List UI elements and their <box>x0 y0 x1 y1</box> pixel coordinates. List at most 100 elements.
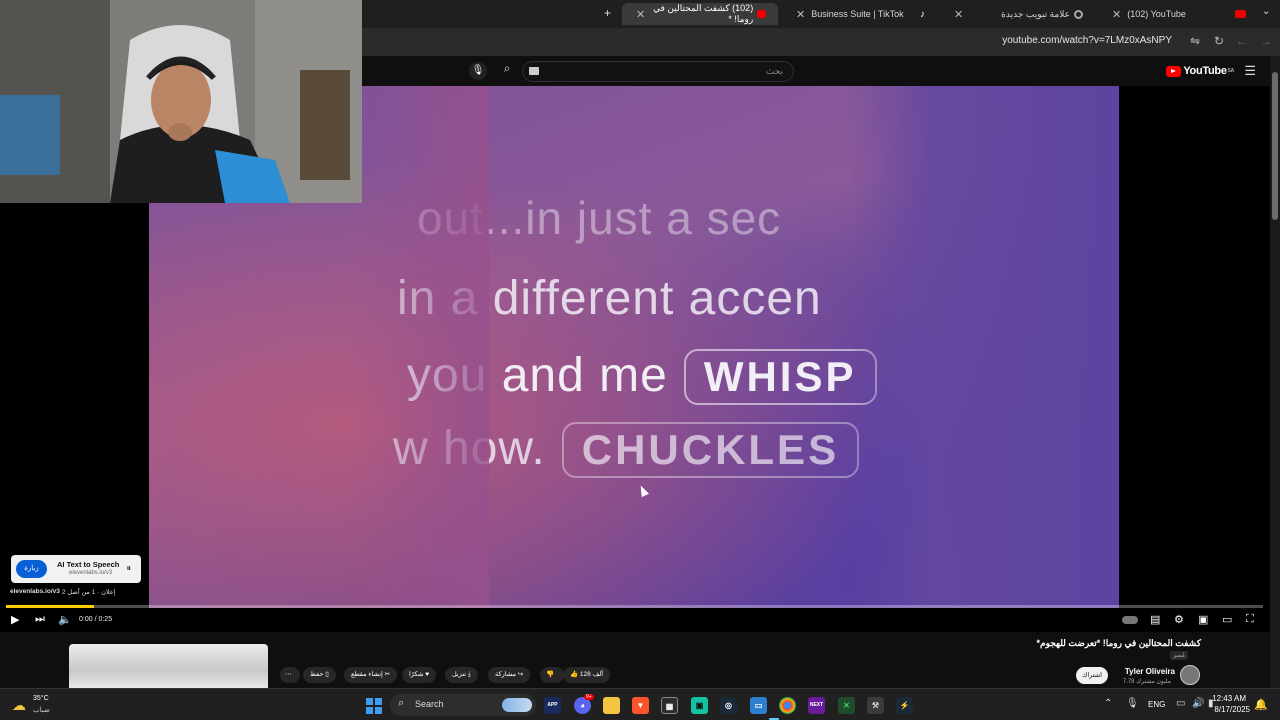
youtube-header: 🎙 ⌕ بحث YouTube SA ☰ <box>362 56 1280 86</box>
close-tab-icon[interactable]: ✕ <box>636 8 645 21</box>
ad-card[interactable]: زيارة AI Text to Speech elevenlabs.io/v3… <box>11 555 141 583</box>
chrome-icon[interactable] <box>779 697 796 714</box>
weather-icon[interactable]: ☁ <box>12 697 26 714</box>
player-controls: ▶ ⏭ 🔈 0:00 / 0:25 ▤ ⚙ ▣ ▭ ⛶ <box>0 608 1270 632</box>
next-icon[interactable]: ⏭ <box>35 613 45 626</box>
ad-domain: elevenlabs.io/v3 <box>69 570 113 576</box>
microphone-icon[interactable]: 🎙 <box>1126 698 1139 709</box>
like-button[interactable]: 👍 128 ألف <box>563 667 611 683</box>
windows-taskbar: ☁ 35°C ضباب ⌕ Search APP ◕ 9+ ▼ ▦ ▣ ◎ ▭ … <box>0 688 1280 720</box>
download-button[interactable]: تنزيل ⤓ <box>445 667 478 683</box>
clip-button[interactable]: إنشاء مقطع ✂ <box>344 667 398 683</box>
app-icon-tool[interactable]: ⚒ <box>867 697 884 714</box>
back-icon[interactable]: → <box>1260 34 1272 48</box>
theater-mode-icon[interactable]: ▭ <box>1222 613 1232 626</box>
next-app-icon[interactable]: NEXT <box>808 697 825 714</box>
windows-logo-icon <box>375 707 382 714</box>
tab-youtube[interactable]: ✕ (102) YouTube <box>1098 3 1258 25</box>
subtitles-icon[interactable]: ▤ <box>1150 613 1160 626</box>
capcut-icon[interactable]: ▣ <box>691 697 708 714</box>
dislike-button[interactable]: 👎 <box>540 667 564 683</box>
settings-gear-icon[interactable]: ⚙ <box>1174 613 1184 626</box>
taskbar-search[interactable]: ⌕ Search <box>390 694 536 716</box>
channel-name[interactable]: Tyler Oliveira <box>1125 667 1175 676</box>
scissors-icon: ✂ <box>382 671 391 678</box>
ad-link[interactable]: elevenlabs.io/v3 <box>10 588 60 595</box>
youtube-logo[interactable]: YouTube SA <box>1166 65 1234 77</box>
download-icon: ⤓ <box>466 671 471 678</box>
tray-overflow-chevron-icon[interactable]: ⌃ <box>1104 698 1112 709</box>
voice-search-mic-icon[interactable]: 🎙 <box>469 62 487 80</box>
forward-icon[interactable]: ← <box>1236 34 1248 48</box>
speaker-icon[interactable]: 🔊 <box>1192 698 1204 709</box>
tab-new-tab[interactable]: ✕ علامة تبويب جديدة <box>940 3 1095 25</box>
ad-thumbnail[interactable] <box>69 644 268 688</box>
webcam-scene-image <box>0 0 362 203</box>
network-icon[interactable]: ▭ <box>1176 698 1185 709</box>
miniplayer-icon[interactable]: ▣ <box>1198 613 1208 626</box>
volume-icon[interactable]: 🔈 <box>58 613 72 626</box>
clock-time[interactable]: 12:43 AM <box>1212 694 1246 703</box>
thanks-label: شكرًا <box>409 671 424 678</box>
weather-temperature[interactable]: 35°C <box>33 695 49 702</box>
ad-title: AI Text to Speech <box>57 560 120 569</box>
thanks-icon: ♥ <box>423 671 430 678</box>
ad-visit-button[interactable]: زيارة <box>16 560 47 578</box>
reload-icon[interactable]: ↻ <box>1214 34 1224 48</box>
featured-badge: مُميز <box>1170 651 1188 660</box>
channel-avatar[interactable] <box>1180 665 1200 685</box>
brave-browser-icon[interactable]: ▼ <box>632 697 649 714</box>
play-icon[interactable]: ▶ <box>11 613 19 626</box>
tab-label: علامة تبويب جديدة <box>1001 8 1070 19</box>
microsoft-store-icon[interactable]: ▦ <box>661 697 678 714</box>
close-tab-icon[interactable]: ✕ <box>796 8 805 21</box>
pause-icon[interactable]: ⏸ <box>126 563 131 574</box>
start-button[interactable] <box>366 698 382 714</box>
autoplay-toggle[interactable] <box>1122 616 1138 624</box>
steam-icon[interactable]: ◎ <box>720 697 737 714</box>
save-label: حفظ <box>310 671 324 678</box>
video-title: كشفت المحتالين في روما! *تعرضت للهجوم* <box>1036 638 1201 648</box>
url-field[interactable]: youtube.com/watch?v=7LMz0xAsNPY <box>1002 35 1172 46</box>
share-button[interactable]: مشاركة ↪ <box>488 667 531 683</box>
clock-date[interactable]: 8/17/2025 <box>1214 705 1250 714</box>
new-tab-button[interactable]: + <box>604 6 611 20</box>
tab-tiktok[interactable]: ✕ Business Suite | TikTok ♪ <box>782 3 937 25</box>
address-bar: youtube.com/watch?v=7LMz0xAsNPY ⇋ ↻ ← → <box>362 28 1280 56</box>
bookmark-icon: ▯ <box>323 671 329 678</box>
tab-label: Business Suite | TikTok <box>811 9 904 19</box>
thanks-button[interactable]: شكرًا ♥ <box>402 667 437 683</box>
tab-active-video[interactable]: ✕ (102) كشفت المحتالين في روما! * <box>622 3 778 25</box>
steam-alt-icon[interactable]: ⚡ <box>896 697 913 714</box>
search-input[interactable]: بحث <box>522 61 794 82</box>
youtube-play-icon <box>1166 65 1182 77</box>
close-tab-icon[interactable]: ✕ <box>954 8 963 21</box>
search-icon[interactable]: ⌕ <box>494 61 520 82</box>
tab-label: (102) YouTube <box>1127 9 1186 19</box>
keyboard-icon[interactable] <box>529 67 539 75</box>
scrollbar-thumb[interactable] <box>1272 72 1278 220</box>
subscribe-button[interactable]: اشتراك <box>1076 667 1108 684</box>
close-tab-icon[interactable]: ✕ <box>1112 8 1121 21</box>
thumbs-up-icon: 👍 <box>570 671 580 678</box>
video-pill: CHUCKLES <box>561 422 860 478</box>
tab-search-chevron-icon[interactable]: ⌄ <box>1262 6 1270 17</box>
share-icon: ↪ <box>515 671 524 678</box>
clip-label: إنشاء مقطع <box>351 671 383 678</box>
weather-description[interactable]: ضباب <box>33 706 50 714</box>
notification-bell-icon[interactable]: 🔔 <box>1254 698 1268 711</box>
thumbs-down-icon: 👎 <box>546 671 555 678</box>
site-settings-icon[interactable]: ⇋ <box>1190 34 1200 48</box>
app-icon-bluestacks[interactable]: APP <box>544 697 561 714</box>
download-label: تنزيل <box>452 671 467 678</box>
fullscreen-icon[interactable]: ⛶ <box>1246 613 1254 626</box>
language-indicator[interactable]: ENG <box>1148 700 1165 709</box>
file-explorer-icon[interactable] <box>603 697 620 714</box>
excel-icon[interactable]: ✕ <box>838 697 855 714</box>
save-button[interactable]: حفظ ▯ <box>303 667 336 683</box>
ad-label: إعلان · 1 من أصل 2 <box>62 589 116 596</box>
more-actions-button[interactable]: ⋯ <box>280 667 300 683</box>
window-app-icon[interactable]: ▭ <box>750 697 767 714</box>
youtube-logo-text: YouTube <box>1183 65 1227 77</box>
menu-hamburger-icon[interactable]: ☰ <box>1244 63 1256 79</box>
